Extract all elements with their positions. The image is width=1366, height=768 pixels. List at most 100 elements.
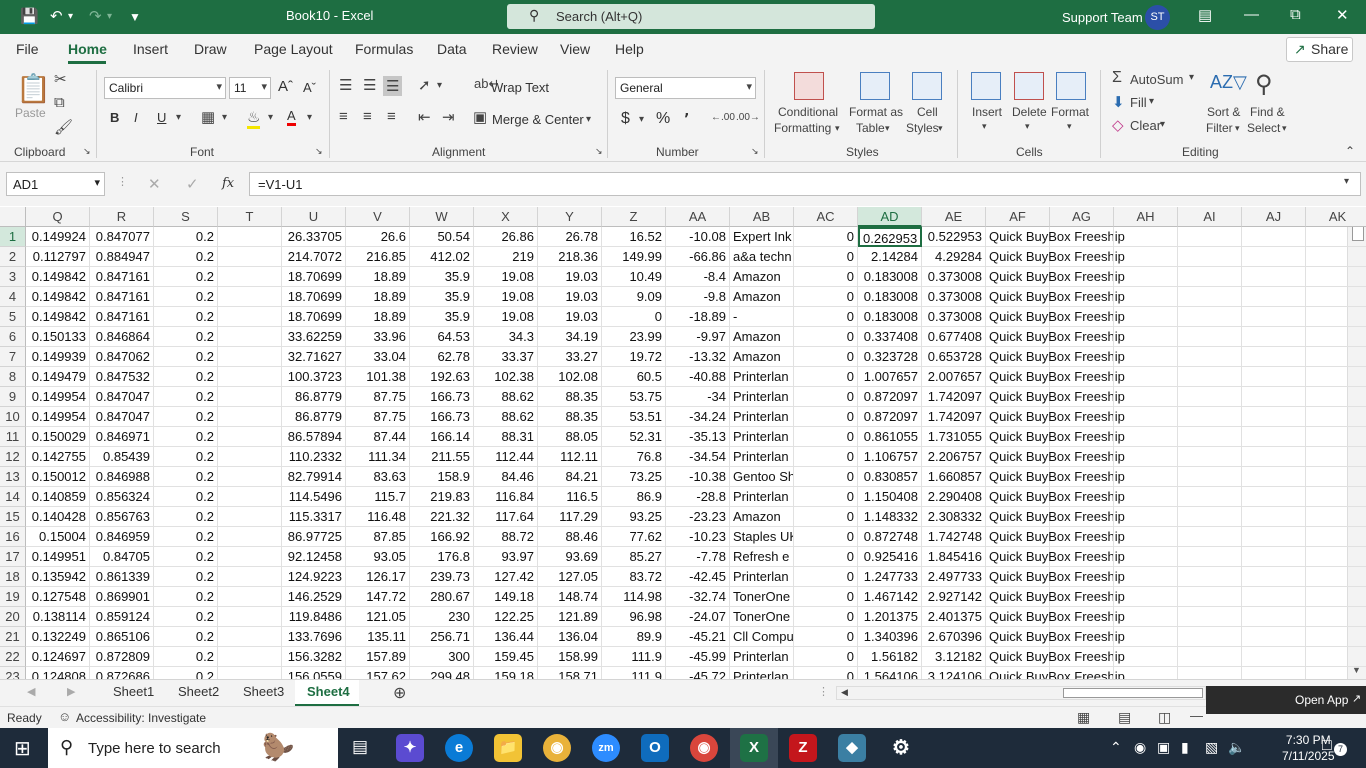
table-cell[interactable] [218,307,282,327]
sheet-tab-sheet2[interactable]: Sheet2 [178,684,219,699]
copy-icon[interactable]: ⧉ [54,94,65,111]
table-cell[interactable]: 3.12182 [922,647,986,667]
delete-cells-label[interactable]: Delete [1012,105,1047,119]
table-cell[interactable] [1050,647,1114,667]
tab-page-layout[interactable]: Page Layout [254,41,333,57]
table-cell[interactable] [1242,547,1306,567]
table-cell[interactable] [1050,447,1114,467]
table-cell[interactable]: 0.2 [154,247,218,267]
table-cell[interactable]: 18.89 [346,307,410,327]
table-cell[interactable]: 0.323728 [858,347,922,367]
table-cell[interactable]: 149.99 [602,247,666,267]
table-cell[interactable] [1178,387,1242,407]
table-cell[interactable]: Amazon [730,267,794,287]
table-cell[interactable] [1114,547,1178,567]
table-cell[interactable] [1114,667,1178,679]
chevron-down-icon[interactable]: ▾ [938,123,943,134]
table-cell[interactable]: -32.74 [666,587,730,607]
table-cell[interactable]: 0 [794,627,858,647]
table-cell[interactable] [218,667,282,679]
table-cell[interactable]: Quick BuyBox Freeship [986,567,1125,587]
insert-cells-icon[interactable] [971,72,1001,100]
table-cell[interactable]: 0.183008 [858,287,922,307]
table-cell[interactable] [1306,407,1366,427]
table-cell[interactable]: 0.856763 [90,507,154,527]
table-cell[interactable]: 2.206757 [922,447,986,467]
row-header[interactable]: 17 [0,547,26,567]
column-header[interactable]: AH [1114,207,1178,227]
customize-toolbar-icon[interactable]: ▼ [129,10,141,24]
table-cell[interactable]: 0.124697 [26,647,90,667]
table-cell[interactable]: 0.2 [154,667,218,679]
table-cell[interactable]: -45.99 [666,647,730,667]
table-cell[interactable] [218,507,282,527]
table-cell[interactable]: 0 [602,307,666,327]
table-cell[interactable] [1114,647,1178,667]
table-cell[interactable]: Quick BuyBox Freeship [986,227,1125,247]
settings-gear-icon[interactable]: ⚙ [887,734,915,762]
chevron-down-icon[interactable]: ▾ [1235,123,1240,134]
table-cell[interactable]: 0.84705 [90,547,154,567]
table-cell[interactable]: 221.32 [410,507,474,527]
table-cell[interactable] [1306,347,1366,367]
table-cell[interactable] [1050,227,1114,247]
row-header[interactable]: 13 [0,467,26,487]
table-cell[interactable]: 0.872097 [858,387,922,407]
table-cell[interactable]: 0.925416 [858,547,922,567]
row-header[interactable]: 1 [0,227,26,247]
table-cell[interactable]: 92.12458 [282,547,346,567]
table-cell[interactable]: -45.21 [666,627,730,647]
table-cell[interactable] [1050,427,1114,447]
table-cell[interactable]: 0.149939 [26,347,90,367]
table-cell[interactable]: -9.97 [666,327,730,347]
table-cell[interactable]: 0.183008 [858,267,922,287]
normal-view-icon[interactable]: ▦ [1077,709,1090,726]
table-cell[interactable]: 0 [794,507,858,527]
table-cell[interactable] [1178,367,1242,387]
table-cell[interactable] [1178,267,1242,287]
table-cell[interactable]: 0.140859 [26,487,90,507]
table-cell[interactable]: 88.46 [538,527,602,547]
table-cell[interactable] [1306,547,1366,567]
chevron-down-icon[interactable]: ▾ [268,112,273,123]
table-cell[interactable]: 50.54 [410,227,474,247]
table-cell[interactable] [1306,307,1366,327]
row-header[interactable]: 19 [0,587,26,607]
table-cell[interactable]: 0.2 [154,427,218,447]
table-cell[interactable]: 192.63 [410,367,474,387]
format-as-table-label-2[interactable]: Table [856,121,885,135]
table-cell[interactable]: Printerlan [730,487,794,507]
table-cell[interactable]: 1.564106 [858,667,922,679]
table-cell[interactable]: 0.373008 [922,287,986,307]
table-cell[interactable]: 0.847161 [90,267,154,287]
clear-icon[interactable]: ◇ [1112,116,1124,134]
table-cell[interactable]: 19.03 [538,287,602,307]
table-cell[interactable]: Quick BuyBox Freeship [986,547,1125,567]
table-cell[interactable]: 0.846864 [90,327,154,347]
row-header[interactable]: 9 [0,387,26,407]
table-cell[interactable] [1242,407,1306,427]
font-launcher-icon[interactable]: ↘ [315,146,323,157]
user-name[interactable]: Support Team [1062,10,1143,25]
paste-icon[interactable]: 📋 [16,72,51,105]
table-cell[interactable]: 0.872097 [858,407,922,427]
find-select-label[interactable]: Find & [1250,105,1285,119]
table-cell[interactable]: 93.97 [474,547,538,567]
table-cell[interactable]: 0.262953 [858,227,922,247]
table-cell[interactable]: 1.340396 [858,627,922,647]
table-cell[interactable]: 116.48 [346,507,410,527]
autosum-button[interactable]: AutoSum [1130,72,1183,87]
table-cell[interactable] [1178,547,1242,567]
row-header[interactable]: 3 [0,267,26,287]
table-cell[interactable]: 0 [794,327,858,347]
column-header[interactable]: AD [858,207,922,227]
table-cell[interactable] [1306,567,1366,587]
table-cell[interactable]: 1.467142 [858,587,922,607]
table-cell[interactable]: 0.149951 [26,547,90,567]
table-cell[interactable]: 114.98 [602,587,666,607]
table-cell[interactable]: -42.45 [666,567,730,587]
table-cell[interactable] [1050,467,1114,487]
row-header[interactable]: 10 [0,407,26,427]
row-header[interactable]: 6 [0,327,26,347]
table-cell[interactable]: 52.31 [602,427,666,447]
